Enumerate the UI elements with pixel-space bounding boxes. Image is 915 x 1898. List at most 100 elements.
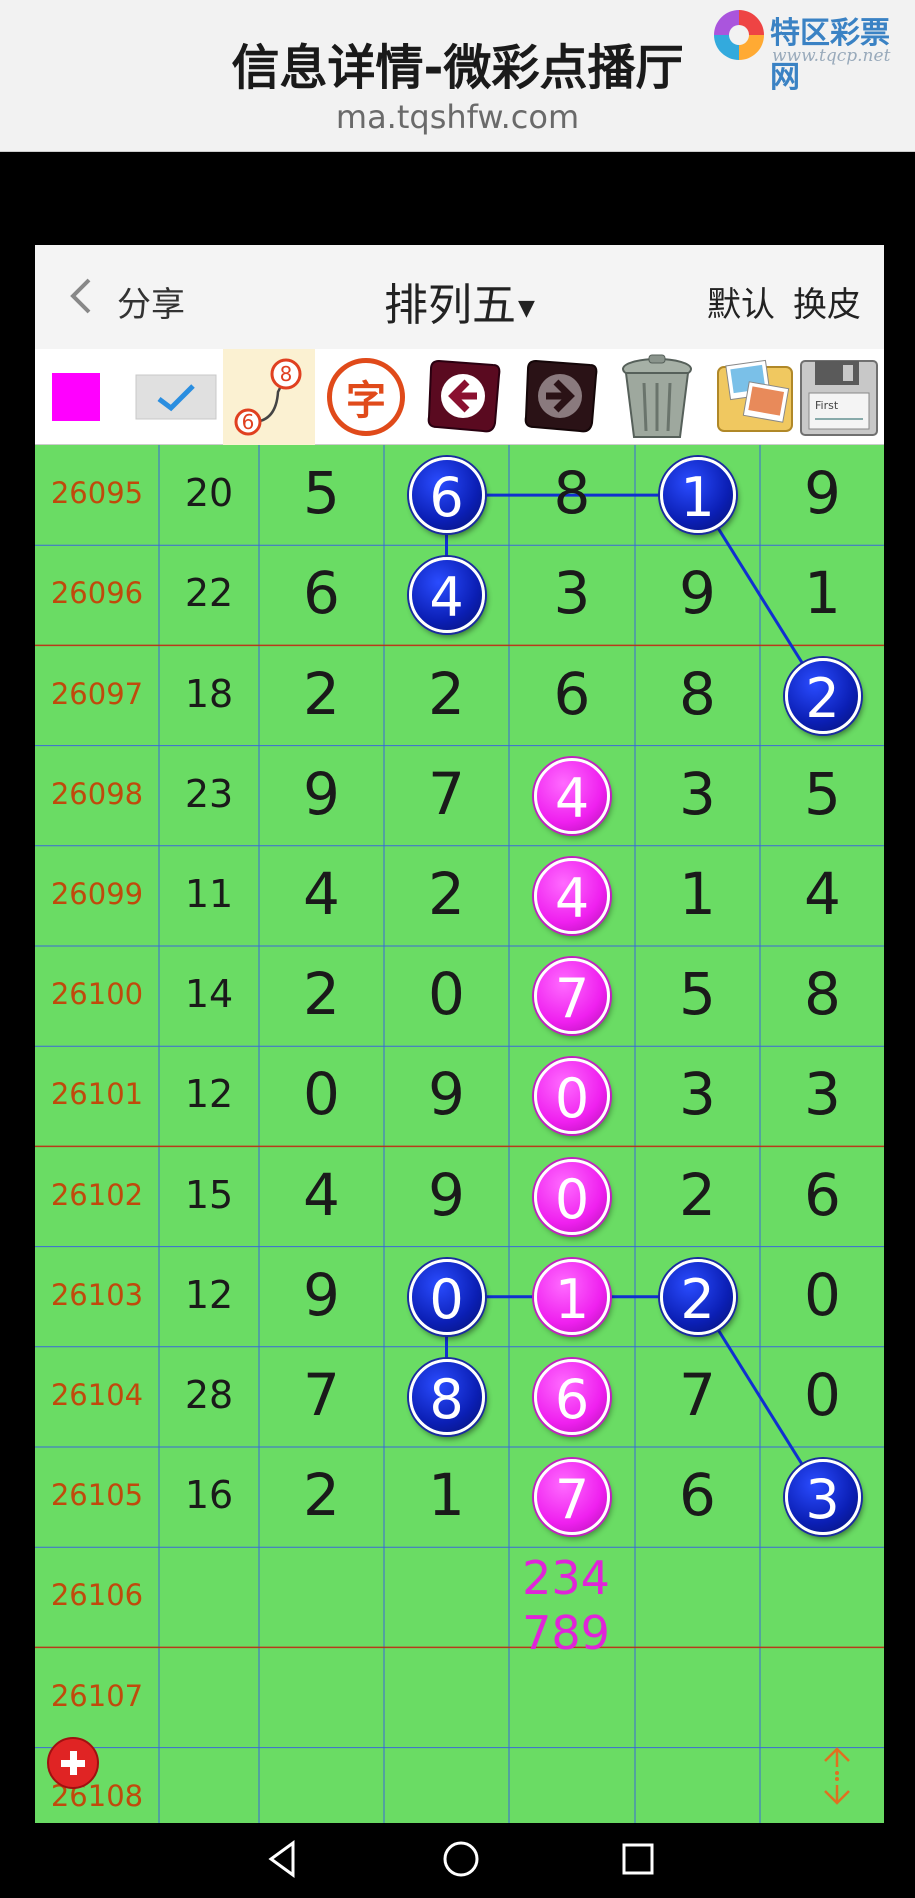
line-connect-button[interactable]: 8 6: [223, 349, 315, 445]
digit-cell[interactable]: 9: [761, 459, 885, 527]
save-button[interactable]: First: [794, 349, 884, 445]
sum-value: 14: [184, 972, 234, 1017]
redo-button[interactable]: [514, 349, 606, 445]
digit-cell[interactable]: 6: [260, 559, 384, 627]
digit-cell[interactable]: 9: [385, 1161, 509, 1229]
digit-cell[interactable]: 4: [260, 860, 384, 928]
digit-cell[interactable]: 9: [260, 1261, 384, 1329]
sum-value: 12: [184, 1072, 234, 1117]
issue-number: 26104: [50, 1377, 144, 1412]
font-icon-text: 字: [346, 378, 386, 424]
digit-cell[interactable]: 2: [260, 660, 384, 728]
pink-ball-digit[interactable]: 7: [534, 958, 610, 1035]
check-button[interactable]: [133, 349, 219, 445]
trash-button[interactable]: [611, 349, 703, 445]
blue-ball-digit[interactable]: 2: [784, 657, 861, 734]
digit-cell[interactable]: 3: [636, 760, 760, 828]
digit-cell[interactable]: 9: [636, 559, 760, 627]
issue-number: 26098: [50, 776, 144, 811]
pink-ball-digit[interactable]: 6: [534, 1358, 610, 1435]
blue-ball-digit[interactable]: 6: [408, 457, 485, 534]
trash-icon: [622, 354, 692, 438]
add-icon[interactable]: [47, 1737, 99, 1789]
undo-icon: [427, 359, 501, 433]
share-button[interactable]: 分享: [117, 277, 185, 326]
home-nav-icon[interactable]: [441, 1839, 481, 1879]
back-chevron-icon[interactable]: [67, 277, 95, 315]
digit-cell[interactable]: 7: [385, 760, 509, 828]
issue-number: 26105: [50, 1478, 144, 1513]
digit-cell[interactable]: 2: [636, 1161, 760, 1229]
pink-ball-digit[interactable]: 1: [534, 1258, 610, 1335]
draw-grid[interactable]: 26095 20 5 6 8 1 9 26096 22 6 4 3 9 1 26097 18 2 2 6 8 2 2609…: [35, 445, 884, 1823]
pink-ball-digit[interactable]: 0: [534, 1058, 610, 1135]
digit-cell[interactable]: 5: [260, 459, 384, 527]
scroll-arrows-icon[interactable]: [819, 1745, 855, 1807]
chart-app: 分享 排列五▼ 默认 换皮 8 6 字 First 26095 20 5 6 8…: [35, 245, 884, 1823]
blue-ball-digit[interactable]: 2: [659, 1258, 736, 1335]
font-button[interactable]: 字: [320, 349, 412, 445]
digit-cell[interactable]: 9: [260, 760, 384, 828]
change-skin-button[interactable]: 换皮: [793, 277, 861, 326]
digit-cell[interactable]: 0: [385, 960, 509, 1028]
digit-cell[interactable]: 7: [260, 1361, 384, 1429]
digit-cell[interactable]: 7: [636, 1361, 760, 1429]
issue-number: 26099: [50, 876, 144, 911]
issue-number: 26107: [50, 1678, 144, 1713]
pink-ball-digit[interactable]: 4: [534, 757, 610, 834]
sum-value: 11: [184, 871, 234, 916]
digit-cell[interactable]: 1: [385, 1461, 509, 1529]
issue-number: 26102: [50, 1177, 144, 1212]
back-nav-icon[interactable]: [265, 1839, 299, 1879]
digit-cell[interactable]: 8: [510, 459, 634, 527]
issue-number: 26095: [50, 476, 144, 511]
game-selector[interactable]: 排列五▼: [384, 280, 535, 331]
digit-cell[interactable]: 8: [636, 660, 760, 728]
digit-cell[interactable]: 0: [761, 1261, 885, 1329]
pink-ball-digit[interactable]: 4: [534, 857, 610, 934]
floppy-label: First: [815, 399, 839, 412]
images-button[interactable]: [708, 349, 800, 445]
blue-ball-digit[interactable]: 8: [408, 1358, 485, 1435]
digit-cell[interactable]: 2: [385, 660, 509, 728]
sum-value: 15: [184, 1172, 234, 1217]
blue-ball-digit[interactable]: 0: [408, 1258, 485, 1335]
page-url[interactable]: ma.tqshfw.com: [0, 98, 915, 136]
digit-cell[interactable]: 6: [761, 1161, 885, 1229]
digit-cell[interactable]: 9: [385, 1060, 509, 1128]
digit-cell[interactable]: 5: [636, 960, 760, 1028]
blue-ball-digit[interactable]: 3: [784, 1459, 861, 1536]
color-swatch-button[interactable]: [35, 349, 117, 445]
digit-cell[interactable]: 0: [260, 1060, 384, 1128]
digit-cell[interactable]: 2: [260, 960, 384, 1028]
digit-cell[interactable]: 1: [636, 860, 760, 928]
digit-cell[interactable]: 2: [260, 1461, 384, 1529]
prediction-line: 234: [522, 1551, 610, 1606]
digit-cell[interactable]: 6: [636, 1461, 760, 1529]
sum-value: 28: [184, 1372, 234, 1417]
grid-lines: [35, 445, 884, 1823]
pink-ball-digit[interactable]: 7: [534, 1459, 610, 1536]
default-button[interactable]: 默认: [707, 277, 775, 326]
digit-cell[interactable]: 3: [510, 559, 634, 627]
digit-cell[interactable]: 6: [510, 660, 634, 728]
pink-ball-digit[interactable]: 0: [534, 1158, 610, 1235]
digit-cell[interactable]: 0: [761, 1361, 885, 1429]
digit-cell[interactable]: 2: [385, 860, 509, 928]
undo-button[interactable]: [417, 349, 509, 445]
digit-cell[interactable]: 4: [761, 860, 885, 928]
prediction-text: 234 789: [497, 1551, 635, 1661]
digit-cell[interactable]: 1: [761, 559, 885, 627]
digit-cell[interactable]: 4: [260, 1161, 384, 1229]
android-nav-bar: [0, 1823, 915, 1898]
digit-cell[interactable]: 3: [636, 1060, 760, 1128]
issue-number: 26108: [50, 1778, 144, 1813]
recents-nav-icon[interactable]: [620, 1839, 656, 1879]
blue-ball-digit[interactable]: 1: [659, 457, 736, 534]
digit-cell[interactable]: 3: [761, 1060, 885, 1128]
blue-ball-digit[interactable]: 4: [408, 557, 485, 634]
digit-cell[interactable]: 5: [761, 760, 885, 828]
watermark-url: www.tqcp.net: [772, 46, 891, 66]
digit-cell[interactable]: 8: [761, 960, 885, 1028]
line-connect-icon: 8 6: [234, 358, 302, 436]
